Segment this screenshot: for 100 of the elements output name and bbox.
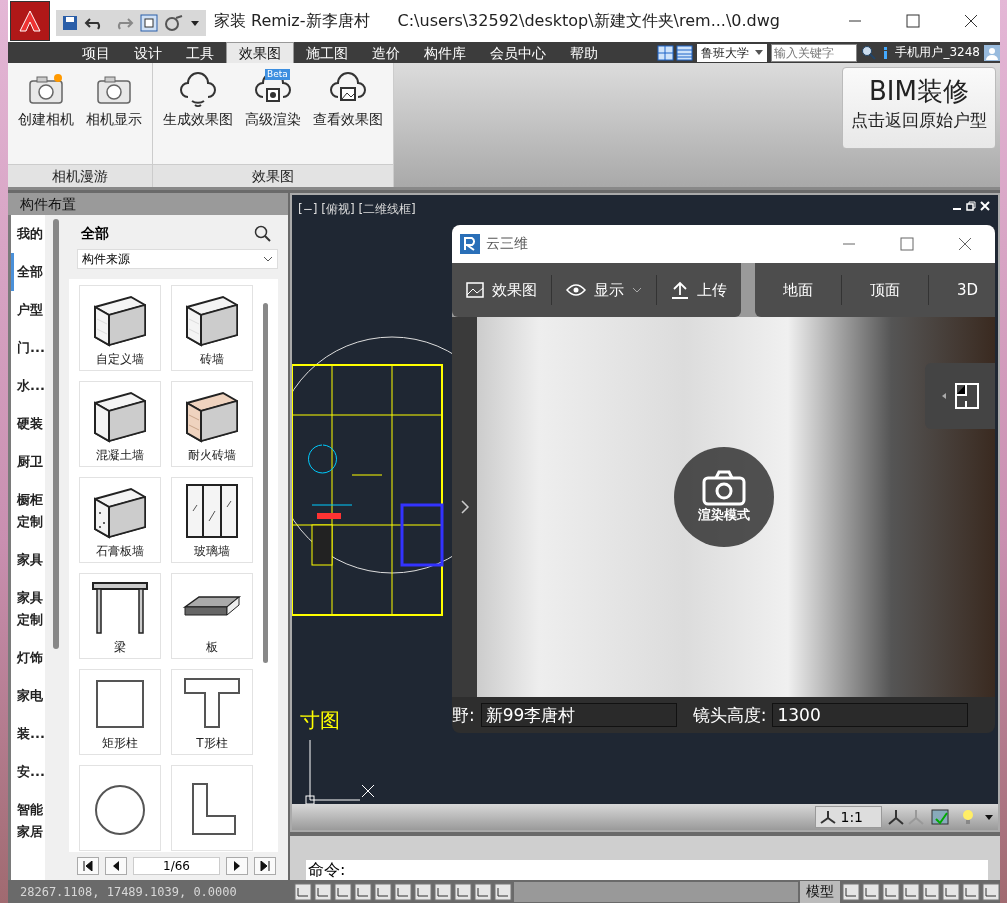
category-tab[interactable]: 灯饰: [11, 639, 43, 677]
grid-view-icon[interactable]: [657, 44, 694, 61]
field-label: 镜头高度:: [692, 703, 767, 727]
cloud-icon: [178, 71, 218, 109]
text-field[interactable]: 1300: [772, 703, 969, 727]
category-tab[interactable]: 厨卫: [11, 443, 43, 481]
menu-tab[interactable]: 工具: [174, 43, 226, 63]
category-tab[interactable]: 装...: [11, 715, 43, 753]
triangle-left-icon: [111, 861, 121, 871]
chevron-down-icon: [632, 287, 642, 293]
dimension-label: 寸图: [300, 707, 340, 734]
menu-tab[interactable]: 设计: [122, 43, 174, 63]
panel-title: 构件布置: [8, 193, 288, 215]
ribbon-button[interactable]: 查看效果图: [309, 69, 387, 164]
save-icon[interactable]: [62, 15, 78, 31]
bim-return-button[interactable]: BIM装修 点击返回原始户型: [842, 67, 996, 149]
chevron-right-icon[interactable]: [459, 499, 470, 515]
component-item[interactable]: 砖墙: [171, 285, 253, 371]
restore-icon[interactable]: [966, 201, 976, 211]
last-page-button[interactable]: [254, 857, 276, 875]
user-menu[interactable]: 手机用户_3248: [881, 44, 980, 61]
app-logo-icon: [460, 234, 480, 254]
component-item[interactable]: 板: [171, 573, 253, 659]
ribbon-button[interactable]: 相机显示: [82, 69, 146, 164]
category-tab[interactable]: 家具定制: [11, 579, 43, 639]
image-icon: [466, 282, 484, 298]
annotation-scale-icon: [820, 810, 837, 824]
user-avatar-icon[interactable]: [984, 44, 1000, 61]
search-icon[interactable]: [861, 44, 878, 61]
search-icon[interactable]: [254, 225, 272, 243]
menu-tab[interactable]: 造价: [360, 43, 412, 63]
category-tab[interactable]: 水...: [11, 367, 43, 405]
close-icon[interactable]: [980, 201, 990, 211]
category-tab[interactable]: 硬装: [11, 405, 43, 443]
component-item[interactable]: T形柱: [171, 669, 253, 755]
eye-icon: [566, 283, 586, 297]
category-tab[interactable]: 家电: [11, 677, 43, 715]
app-logo-icon[interactable]: [10, 1, 50, 41]
category-tab[interactable]: 橱柜定制: [11, 481, 43, 541]
viewport-label[interactable]: [−] [俯视] [二维线框]: [298, 201, 416, 218]
category-tab[interactable]: 安...: [11, 753, 43, 791]
menu-tab[interactable]: 施工图: [294, 43, 360, 63]
text-field[interactable]: 新99李唐村: [480, 703, 677, 727]
component-item[interactable]: [171, 765, 253, 851]
component-item[interactable]: 梁: [79, 573, 161, 659]
chevron-down-icon: [755, 49, 764, 56]
source-dropdown[interactable]: 构件来源: [77, 249, 278, 269]
file-path: C:\users\32592\desktop\新建文件夹\rem...\0.dwg: [397, 10, 780, 32]
dialog-title: 云三维: [486, 235, 528, 253]
ribbon-group-title: 相机漫游: [8, 164, 152, 187]
category-tab[interactable]: 全部: [11, 253, 43, 291]
component-item[interactable]: [79, 765, 161, 851]
category-tab[interactable]: 智能家居: [11, 791, 43, 851]
component-item[interactable]: 混凝土墙: [79, 381, 161, 467]
view-button[interactable]: 顶面: [842, 275, 929, 305]
portal-dropdown[interactable]: 鲁班大学: [697, 43, 768, 62]
window-icon[interactable]: [140, 14, 158, 32]
scrollbar[interactable]: [53, 219, 59, 649]
ribbon-button[interactable]: 生成效果图: [159, 69, 237, 164]
toolbar-button[interactable]: 效果图: [452, 275, 552, 305]
coordinates-readout: 28267.1108, 17489.1039, 0.0000: [19, 884, 238, 899]
ribbon-button[interactable]: Beta 高级渲染: [241, 69, 305, 164]
component-item[interactable]: 石膏板墙: [79, 477, 161, 563]
previous-page-button[interactable]: [105, 857, 127, 875]
menu-tab[interactable]: 帮助: [558, 43, 610, 63]
annotation-scale-button[interactable]: 1:1: [815, 806, 882, 828]
view-button[interactable]: 地面: [755, 275, 842, 305]
first-page-icon: [83, 861, 93, 871]
category-tab[interactable]: 户型: [11, 291, 43, 329]
category-tab[interactable]: 我的: [11, 215, 43, 253]
dropdown-icon[interactable]: [190, 18, 200, 28]
ribbon-button[interactable]: 创建相机: [14, 69, 78, 164]
component-item[interactable]: 玻璃墙: [171, 477, 253, 563]
view-button[interactable]: 3D: [929, 275, 995, 305]
menu-tab[interactable]: 效果图: [226, 42, 294, 63]
category-heading: 全部: [81, 225, 109, 243]
component-item[interactable]: 耐火砖墙: [171, 381, 253, 467]
menu-tab[interactable]: 会员中心: [478, 43, 558, 63]
menu-tab[interactable]: 项目: [70, 43, 122, 63]
first-page-button[interactable]: [77, 857, 99, 875]
next-page-button[interactable]: [226, 857, 248, 875]
page-indicator: 1/66: [133, 857, 220, 875]
toolbar-button[interactable]: 显示: [552, 275, 657, 305]
window-title: 家装 Remiz-新李唐村: [214, 10, 370, 32]
layout-toggle-icon[interactable]: [940, 381, 980, 411]
last-page-icon: [260, 861, 270, 871]
camera-icon: [702, 470, 746, 506]
category-tab[interactable]: 门...: [11, 329, 43, 367]
component-item[interactable]: 矩形柱: [79, 669, 161, 755]
link-icon[interactable]: [164, 14, 184, 32]
model-tab[interactable]: 模型: [800, 880, 840, 903]
upload-icon: [671, 281, 689, 299]
triangle-right-icon: [232, 861, 242, 871]
toolbar-button[interactable]: 上传: [657, 275, 741, 305]
category-tab[interactable]: 家具: [11, 541, 43, 579]
menu-tab[interactable]: 构件库: [412, 43, 478, 63]
annotation-visibility-icon[interactable]: [886, 807, 926, 827]
keyword-search-field[interactable]: 输入关键字: [771, 43, 858, 62]
component-item[interactable]: 自定义墙: [79, 285, 161, 371]
scrollbar[interactable]: [263, 303, 268, 663]
